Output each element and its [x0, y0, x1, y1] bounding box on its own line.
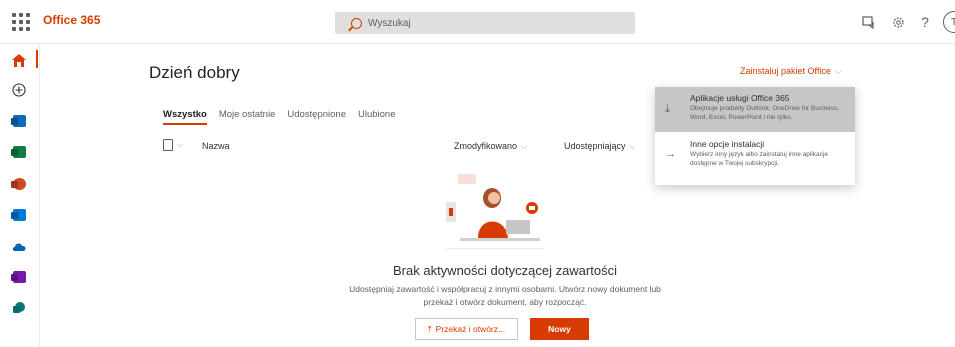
brand-link[interactable]: Office 365 — [43, 13, 100, 27]
home-icon[interactable] — [10, 51, 28, 69]
empty-state-desc-line-2: przekaż i otwórz dokument, aby rozpocząć… — [423, 297, 587, 307]
download-icon: ⤓ — [665, 103, 670, 115]
column-modified-label: Zmodyfikowano — [454, 141, 518, 151]
powerpoint-icon[interactable] — [10, 175, 28, 193]
sharepoint-icon[interactable] — [10, 299, 28, 317]
tab-all[interactable]: Wszystko — [163, 109, 207, 125]
tab-favorites[interactable]: Ulubione — [358, 109, 396, 125]
file-tabs: Wszystko Moje ostatnie Udostępnione Ulub… — [163, 109, 395, 125]
search-input[interactable] — [368, 17, 608, 29]
column-shared-by[interactable]: Udostępniający ⌵ — [564, 141, 636, 152]
whats-new-icon[interactable] — [859, 13, 877, 31]
empty-state-description: Udostępniaj zawartość i współpracuj z in… — [325, 283, 685, 309]
avatar[interactable]: T — [943, 11, 955, 33]
empty-state-title: Brak aktywności dotyczącej zawartości — [393, 263, 617, 278]
megaphone-icon — [861, 15, 874, 29]
menu-item-description: Wybierz inny język albo zainstaluj inne … — [690, 151, 828, 167]
chevron-down-icon[interactable]: ⌵ — [177, 140, 183, 150]
tab-my-recent[interactable]: Moje ostatnie — [219, 109, 276, 125]
settings-gear-icon[interactable] — [889, 13, 907, 31]
arrow-right-icon: → — [665, 148, 676, 160]
menu-item-title: Aplikacje usługi Office 365 — [690, 93, 790, 103]
top-bar: Office 365 ? T — [0, 0, 955, 44]
document-type-icon[interactable] — [163, 139, 173, 151]
app-rail — [0, 44, 40, 347]
chevron-down-icon: ⌵ — [521, 142, 528, 151]
rail-selection-indicator — [36, 50, 38, 68]
create-plus-icon[interactable] — [10, 81, 28, 99]
install-dropdown-menu: ⤓ Aplikacje usługi Office 365 Obejmuje p… — [655, 87, 855, 185]
upload-open-label: Przekaż i otwórz... — [435, 324, 506, 334]
app-launcher-icon[interactable] — [10, 11, 30, 31]
column-name[interactable]: Nazwa — [202, 141, 230, 151]
outlook-mail-icon[interactable] — [10, 206, 28, 224]
page-title: Dzień dobry — [149, 63, 240, 82]
onenote-icon[interactable] — [10, 268, 28, 286]
tab-shared[interactable]: Udostępnione — [287, 109, 346, 125]
onedrive-icon[interactable] — [10, 237, 28, 255]
excel-icon[interactable] — [10, 143, 28, 161]
empty-state-illustration — [440, 168, 550, 253]
menu-item-other-install-options[interactable]: → Inne opcje instalacji Wybierz inny jęz… — [655, 136, 855, 181]
install-office-label: Zainstaluj pakiet Office — [740, 66, 831, 76]
outlook-icon[interactable] — [10, 112, 28, 130]
menu-item-office365-apps[interactable]: ⤓ Aplikacje usługi Office 365 Obejmuje p… — [655, 87, 855, 132]
search-box[interactable] — [335, 12, 635, 34]
column-shared-by-label: Udostępniający — [564, 141, 626, 151]
install-office-button[interactable]: Zainstaluj pakiet Office ⌵ — [740, 66, 842, 77]
menu-item-title: Inne opcje instalacji — [690, 139, 765, 149]
menu-item-description: Obejmuje produkty Outlook, OneDrive for … — [690, 105, 840, 121]
empty-state-desc-line-1: Udostępniaj zawartość i współpracuj z in… — [349, 284, 661, 294]
help-icon[interactable]: ? — [916, 13, 934, 31]
chevron-down-icon: ⌵ — [834, 66, 842, 76]
new-button[interactable]: Nowy — [530, 318, 589, 340]
upload-open-button[interactable]: ⤒ Przekaż i otwórz... — [415, 318, 518, 340]
column-modified[interactable]: Zmodyfikowano ⌵ — [454, 141, 527, 152]
chevron-down-icon: ⌵ — [629, 142, 636, 151]
upload-icon: ⤒ — [427, 323, 432, 334]
search-icon — [351, 17, 362, 29]
